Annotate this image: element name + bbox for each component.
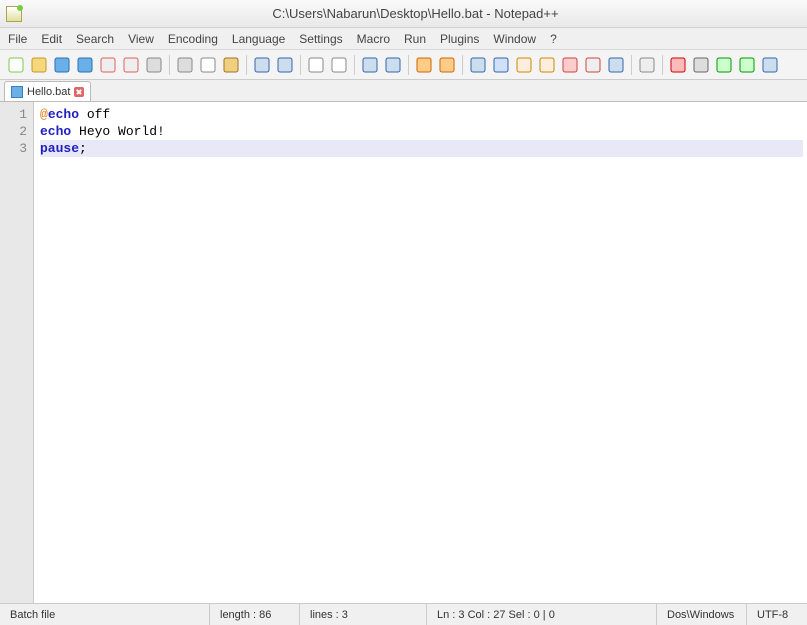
code-line[interactable]: pause; (40, 140, 803, 157)
play-multi-icon[interactable] (737, 55, 757, 75)
menu-plugins[interactable]: Plugins (440, 32, 479, 46)
code-line[interactable]: echo Heyo World! (40, 123, 803, 140)
save-macro-icon[interactable] (760, 55, 780, 75)
menubar: File Edit Search View Encoding Language Settin… (0, 28, 807, 50)
doc-map-icon[interactable] (583, 55, 603, 75)
zoom-in-icon[interactable] (360, 55, 380, 75)
line-gutter: 123 (0, 102, 34, 603)
menu-macro[interactable]: Macro (357, 32, 390, 46)
code-line[interactable]: @echo off (40, 106, 803, 123)
toolbar-separator (169, 55, 170, 75)
show-all-icon[interactable] (491, 55, 511, 75)
func-list-icon[interactable] (606, 55, 626, 75)
status-eol: Dos\Windows (657, 604, 747, 625)
menu-language[interactable]: Language (232, 32, 285, 46)
menu-window[interactable]: Window (493, 32, 536, 46)
close-tab-icon[interactable] (74, 87, 84, 97)
word-wrap-icon[interactable] (468, 55, 488, 75)
menu-file[interactable]: File (8, 32, 27, 46)
status-language: Batch file (0, 604, 210, 625)
replace-icon[interactable] (329, 55, 349, 75)
line-number: 1 (0, 106, 27, 123)
toolbar-separator (246, 55, 247, 75)
cut-icon[interactable] (175, 55, 195, 75)
toolbar (0, 50, 807, 80)
paste-icon[interactable] (221, 55, 241, 75)
sync-v-icon[interactable] (414, 55, 434, 75)
monitor-icon[interactable] (637, 55, 657, 75)
toolbar-separator (631, 55, 632, 75)
close-all-icon[interactable] (121, 55, 141, 75)
toolbar-separator (300, 55, 301, 75)
code-area[interactable]: @echo offecho Heyo World!pause; (34, 102, 807, 603)
menu-edit[interactable]: Edit (41, 32, 62, 46)
save-all-icon[interactable] (75, 55, 95, 75)
close-icon[interactable] (98, 55, 118, 75)
undo-icon[interactable] (252, 55, 272, 75)
menu-q[interactable]: ? (550, 32, 557, 46)
editor[interactable]: 123 @echo offecho Heyo World!pause; (0, 102, 807, 603)
status-position: Ln : 3 Col : 27 Sel : 0 | 0 (427, 604, 657, 625)
zoom-out-icon[interactable] (383, 55, 403, 75)
redo-icon[interactable] (275, 55, 295, 75)
file-icon (11, 86, 23, 98)
stop-icon[interactable] (691, 55, 711, 75)
titlebar: C:\Users\Nabarun\Desktop\Hello.bat - Not… (0, 0, 807, 28)
indent-guide-icon[interactable] (514, 55, 534, 75)
new-file-icon[interactable] (6, 55, 26, 75)
line-number: 3 (0, 140, 27, 157)
sync-h-icon[interactable] (437, 55, 457, 75)
toolbar-separator (354, 55, 355, 75)
record-icon[interactable] (668, 55, 688, 75)
save-icon[interactable] (52, 55, 72, 75)
status-encoding: UTF-8 (747, 604, 807, 625)
menu-search[interactable]: Search (76, 32, 114, 46)
user-lang-icon[interactable] (560, 55, 580, 75)
menu-settings[interactable]: Settings (299, 32, 342, 46)
find-icon[interactable] (306, 55, 326, 75)
menu-view[interactable]: View (128, 32, 154, 46)
toolbar-separator (662, 55, 663, 75)
open-file-icon[interactable] (29, 55, 49, 75)
status-lines: lines : 3 (300, 604, 427, 625)
file-tab[interactable]: Hello.bat (4, 81, 91, 101)
status-length: length : 86 (210, 604, 300, 625)
folder-icon[interactable] (537, 55, 557, 75)
line-number: 2 (0, 123, 27, 140)
play-icon[interactable] (714, 55, 734, 75)
copy-icon[interactable] (198, 55, 218, 75)
app-icon (6, 6, 22, 22)
toolbar-separator (462, 55, 463, 75)
toolbar-separator (408, 55, 409, 75)
window-title: C:\Users\Nabarun\Desktop\Hello.bat - Not… (30, 6, 801, 21)
tab-filename: Hello.bat (27, 86, 70, 98)
tabbar: Hello.bat (0, 80, 807, 102)
menu-encoding[interactable]: Encoding (168, 32, 218, 46)
statusbar: Batch file length : 86 lines : 3 Ln : 3 … (0, 603, 807, 625)
print-icon[interactable] (144, 55, 164, 75)
menu-run[interactable]: Run (404, 32, 426, 46)
